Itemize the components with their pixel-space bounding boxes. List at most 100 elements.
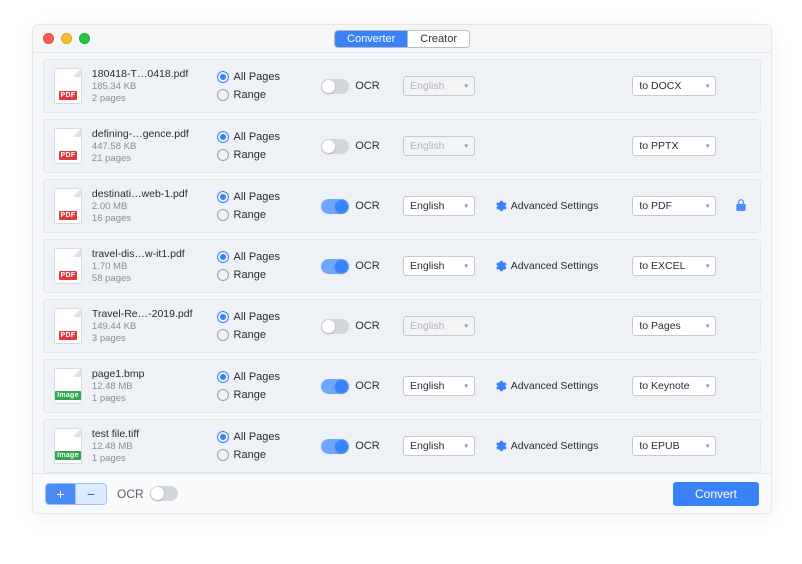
- close-window-button[interactable]: [43, 33, 54, 44]
- radio-all-pages[interactable]: All Pages: [217, 371, 312, 383]
- language-cell: English ▾: [403, 376, 483, 396]
- radio-all-pages[interactable]: All Pages: [217, 431, 312, 443]
- advanced-settings-link[interactable]: Advanced Settings: [511, 380, 599, 392]
- tab-converter[interactable]: Converter: [335, 31, 408, 47]
- add-file-button[interactable]: +: [46, 484, 76, 504]
- radio-range[interactable]: Range: [217, 269, 312, 281]
- chevron-down-icon: ▾: [465, 142, 469, 150]
- tab-creator[interactable]: Creator: [408, 31, 469, 47]
- radio-all-pages[interactable]: All Pages: [217, 251, 312, 263]
- language-dropdown[interactable]: English ▾: [403, 196, 475, 216]
- convert-button[interactable]: Convert: [673, 482, 759, 506]
- output-cell: to Pages ▾: [632, 316, 722, 336]
- radio-range[interactable]: Range: [217, 89, 312, 101]
- output-format-value: to PDF: [639, 200, 672, 212]
- page-range-group: All Pages Range: [217, 251, 312, 281]
- ocr-label: OCR: [355, 140, 379, 152]
- global-ocr-switch[interactable]: [150, 486, 178, 501]
- radio-all-pages[interactable]: All Pages: [217, 71, 312, 83]
- output-format-dropdown[interactable]: to PPTX ▾: [632, 136, 716, 156]
- file-name: page1.bmp: [92, 368, 207, 380]
- radio-range[interactable]: Range: [217, 149, 312, 161]
- radio-range[interactable]: Range: [217, 209, 312, 221]
- ocr-switch[interactable]: [321, 79, 349, 94]
- ocr-cell: OCR: [321, 139, 393, 154]
- advanced-cell[interactable]: Advanced Settings: [493, 199, 623, 213]
- file-row: PDF Travel-Re…-2019.pdf 149.44 KB 3 page…: [43, 299, 761, 353]
- file-name: test file.tiff: [92, 428, 207, 440]
- file-info: Travel-Re…-2019.pdf 149.44 KB 3 pages: [92, 308, 207, 344]
- file-page-count: 21 pages: [92, 153, 207, 164]
- language-cell: English ▾: [403, 436, 483, 456]
- output-format-value: to EPUB: [639, 440, 679, 452]
- language-cell: English ▾: [403, 256, 483, 276]
- language-value: English: [410, 260, 444, 272]
- language-dropdown[interactable]: English ▾: [403, 436, 475, 456]
- chevron-down-icon: ▾: [706, 202, 710, 210]
- file-info: defining-…gence.pdf 447.58 KB 21 pages: [92, 128, 207, 164]
- file-page-count: 1 pages: [92, 453, 207, 464]
- radio-range[interactable]: Range: [217, 389, 312, 401]
- file-row: Image page1.bmp 12.48 MB 1 pages All Pag…: [43, 359, 761, 413]
- ocr-label: OCR: [355, 380, 379, 392]
- output-cell: to DOCX ▾: [632, 76, 722, 96]
- output-format-dropdown[interactable]: to PDF ▾: [632, 196, 716, 216]
- page-range-group: All Pages Range: [217, 371, 312, 401]
- chevron-down-icon: ▾: [706, 142, 710, 150]
- titlebar: Converter Creator: [33, 25, 771, 53]
- ocr-switch[interactable]: [321, 199, 349, 214]
- advanced-settings-link[interactable]: Advanced Settings: [511, 200, 599, 212]
- output-format-dropdown[interactable]: to EXCEL ▾: [632, 256, 716, 276]
- chevron-down-icon: ▾: [706, 262, 710, 270]
- lock-cell: [732, 198, 750, 215]
- advanced-settings-link[interactable]: Advanced Settings: [511, 260, 599, 272]
- ocr-switch[interactable]: [321, 139, 349, 154]
- language-dropdown[interactable]: English ▾: [403, 136, 475, 156]
- ocr-switch[interactable]: [321, 319, 349, 334]
- ocr-switch[interactable]: [321, 379, 349, 394]
- language-dropdown[interactable]: English ▾: [403, 316, 475, 336]
- ocr-switch[interactable]: [321, 259, 349, 274]
- advanced-cell[interactable]: Advanced Settings: [493, 259, 623, 273]
- chevron-down-icon: ▾: [706, 442, 710, 450]
- remove-file-button[interactable]: −: [76, 484, 106, 504]
- global-ocr-control: OCR: [117, 486, 178, 501]
- output-format-dropdown[interactable]: to Keynote ▾: [632, 376, 716, 396]
- maximize-window-button[interactable]: [79, 33, 90, 44]
- output-format-value: to PPTX: [639, 140, 678, 152]
- advanced-settings-link[interactable]: Advanced Settings: [511, 440, 599, 452]
- ocr-cell: OCR: [321, 439, 393, 454]
- page-range-group: All Pages Range: [217, 131, 312, 161]
- file-row: PDF 180418-T…0418.pdf 185.34 KB 2 pages …: [43, 59, 761, 113]
- ocr-switch[interactable]: [321, 439, 349, 454]
- output-format-dropdown[interactable]: to DOCX ▾: [632, 76, 716, 96]
- language-dropdown[interactable]: English ▾: [403, 76, 475, 96]
- output-cell: to EPUB ▾: [632, 436, 722, 456]
- file-info: test file.tiff 12.48 MB 1 pages: [92, 428, 207, 464]
- language-dropdown[interactable]: English ▾: [403, 376, 475, 396]
- language-dropdown[interactable]: English ▾: [403, 256, 475, 276]
- minimize-window-button[interactable]: [61, 33, 72, 44]
- language-cell: English ▾: [403, 196, 483, 216]
- chevron-down-icon: ▾: [465, 262, 469, 270]
- file-thumbnail: PDF: [54, 308, 82, 344]
- radio-all-pages[interactable]: All Pages: [217, 311, 312, 323]
- advanced-cell[interactable]: Advanced Settings: [493, 439, 623, 453]
- chevron-down-icon: ▾: [465, 202, 469, 210]
- radio-all-pages[interactable]: All Pages: [217, 131, 312, 143]
- file-row: PDF defining-…gence.pdf 447.58 KB 21 pag…: [43, 119, 761, 173]
- advanced-cell[interactable]: Advanced Settings: [493, 379, 623, 393]
- chevron-down-icon: ▾: [706, 82, 710, 90]
- radio-range[interactable]: Range: [217, 329, 312, 341]
- page-range-group: All Pages Range: [217, 71, 312, 101]
- output-format-dropdown[interactable]: to Pages ▾: [632, 316, 716, 336]
- file-size: 149.44 KB: [92, 321, 207, 332]
- mode-segmented-control: Converter Creator: [334, 30, 470, 48]
- file-page-count: 58 pages: [92, 273, 207, 284]
- output-format-dropdown[interactable]: to EPUB ▾: [632, 436, 716, 456]
- ocr-label: OCR: [355, 440, 379, 452]
- ocr-cell: OCR: [321, 79, 393, 94]
- radio-all-pages[interactable]: All Pages: [217, 191, 312, 203]
- file-info: travel-dis…w-it1.pdf 1.70 MB 58 pages: [92, 248, 207, 284]
- radio-range[interactable]: Range: [217, 449, 312, 461]
